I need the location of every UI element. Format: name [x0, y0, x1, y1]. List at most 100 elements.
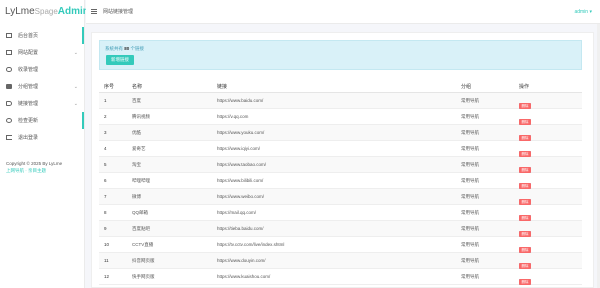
- sidebar-nav: 后台首页 网站配置 ⌄ 收录管理 分组管理 ⌄ 链接管理 ⌄ 检查更新 退出登录: [0, 27, 84, 146]
- logout-icon: [6, 135, 12, 140]
- row-id: 9: [104, 226, 107, 231]
- info-panel: 系统共有 80 个链接 新增链接: [99, 40, 582, 70]
- table-row: 1百度https://www.baidu.com/常用导航编辑删除: [99, 93, 582, 109]
- row-url[interactable]: https://v.qq.com: [217, 114, 248, 119]
- col-header-actions: 操作: [519, 84, 530, 90]
- row-name: 抖音网页版: [132, 258, 155, 263]
- row-url[interactable]: https://mail.qq.com/: [217, 210, 256, 215]
- table-row: 3优酷https://www.youku.com/常用导航编辑删除: [99, 125, 582, 141]
- row-group: 常用导航: [461, 98, 479, 103]
- row-id: 10: [104, 242, 110, 247]
- user-menu[interactable]: admin ▾: [574, 9, 592, 15]
- page-title: 网站链接管理: [103, 9, 134, 15]
- table-row: 4爱奇艺https://www.iqiyi.com/常用导航编辑删除: [99, 141, 582, 157]
- copyright: Copyright © 2025 By LyLme 上网导航 · 亲目主题: [6, 160, 62, 174]
- row-name: 哔哩哔哩: [132, 178, 150, 183]
- row-name: 百度贴吧: [132, 226, 150, 231]
- row-group: 常用导航: [461, 194, 479, 199]
- row-name: 微博: [132, 194, 141, 199]
- row-name: 快手网页版: [132, 274, 155, 279]
- table-row: 11抖音网页版https://www.douyin.com/常用导航编辑删除: [99, 253, 582, 269]
- sidebar-item-logout[interactable]: 退出登录: [0, 129, 84, 146]
- row-id: 12: [104, 274, 110, 279]
- topbar: 网站链接管理 admin ▾: [86, 0, 600, 24]
- row-url[interactable]: https://www.weibo.com/: [217, 194, 264, 199]
- row-group: 常用导航: [461, 114, 479, 119]
- row-group: 常用导航: [461, 226, 479, 231]
- row-url[interactable]: https://tv.cctv.com/live/index.shtml: [217, 242, 284, 247]
- table-row: 12快手网页版https://www.kuaishou.com/常用导航编辑删除: [99, 269, 582, 285]
- row-id: 5: [104, 162, 107, 167]
- row-url[interactable]: https://www.baidu.com/: [217, 98, 263, 103]
- brand-part-3: Admin: [57, 6, 89, 17]
- row-name: 爱奇艺: [132, 146, 146, 151]
- refresh-icon: [6, 118, 12, 123]
- sidebar-item-groups[interactable]: 分组管理 ⌄: [0, 78, 84, 95]
- table-row: 5淘宝https://www.taobao.com/常用导航编辑删除: [99, 157, 582, 173]
- row-name: 优酷: [132, 130, 141, 135]
- chevron-down-icon: ⌄: [73, 100, 78, 107]
- sidebar-item-check-update[interactable]: 检查更新: [0, 112, 84, 129]
- sidebar-item-links[interactable]: 链接管理 ⌄: [0, 95, 84, 112]
- chevron-down-icon: ▾: [589, 8, 592, 15]
- count-prefix: 系统共有: [105, 46, 123, 51]
- row-name: 腾讯视频: [132, 114, 150, 119]
- row-url[interactable]: https://tieba.baidu.com/: [217, 226, 264, 231]
- col-header-url: 链接: [217, 84, 228, 90]
- row-url[interactable]: https://www.douyin.com/: [217, 258, 266, 263]
- row-group: 常用导航: [461, 146, 479, 151]
- row-id: 3: [104, 130, 107, 135]
- sidebar-item-site-config[interactable]: 网站配置 ⌄: [0, 44, 84, 61]
- tag-icon: [6, 101, 12, 106]
- table-row: 2腾讯视频https://v.qq.com常用导航编辑删除: [99, 109, 582, 125]
- sidebar-item-label: 链接管理: [18, 101, 39, 107]
- row-group: 常用导航: [461, 242, 479, 247]
- sidebar-item-label: 退出登录: [18, 135, 39, 141]
- footer-links[interactable]: 上网导航 · 亲目主题: [6, 167, 62, 174]
- row-url[interactable]: https://www.youku.com/: [217, 130, 264, 135]
- link-icon: [6, 67, 12, 72]
- row-group: 常用导航: [461, 162, 479, 167]
- col-header-id: 序号: [104, 84, 115, 90]
- row-url[interactable]: https://www.bilibili.com/: [217, 178, 263, 183]
- table-body: 1百度https://www.baidu.com/常用导航编辑删除 2 腾讯视频 ht…: [99, 93, 582, 285]
- sidebar-item-submissions[interactable]: 收录管理: [0, 61, 84, 78]
- row-id: 7: [104, 194, 107, 199]
- brand-part-2: Spage: [34, 7, 58, 16]
- link-count-text: 系统共有 80 个链接: [105, 46, 144, 52]
- copyright-text: Copyright © 2025 By LyLme: [6, 161, 63, 166]
- table-row: 10 CCTV直播 https://tv.cctv.com/live/index.s…: [99, 237, 582, 253]
- sidebar-item-label: 分组管理: [18, 84, 39, 90]
- row-name: CCTV直播: [132, 242, 154, 247]
- row-id: 11: [104, 258, 109, 263]
- table-row: 9百度贴吧https://tieba.baidu.com/常用导航编辑删除: [99, 221, 582, 237]
- table-row: 6哔哩哔哩https://www.bilibili.com/常用导航编辑删除: [99, 173, 582, 189]
- col-header-name: 名称: [132, 84, 143, 90]
- row-url[interactable]: https://www.iqiyi.com/: [217, 146, 260, 151]
- table-header: 序号 名称 链接 分组 操作: [99, 79, 582, 93]
- row-id: 1: [104, 98, 107, 103]
- add-link-button[interactable]: 新增链接: [106, 55, 134, 65]
- menu-toggle-icon[interactable]: [91, 9, 97, 14]
- content-card: 系统共有 80 个链接 新增链接 序号 名称 链接 分组 操作 1 百度 https…: [91, 32, 594, 288]
- sidebar: LyLmeSpageAdmin 后台首页 网站配置 ⌄ 收录管理 分组管理 ⌄ 链接…: [0, 0, 89, 288]
- sidebar-item-label: 后台首页: [18, 33, 39, 39]
- row-name: QQ邮箱: [132, 210, 149, 215]
- delete-button[interactable]: 删除: [519, 279, 531, 285]
- sidebar-item-label: 网站配置: [18, 50, 39, 56]
- grid-icon: [6, 50, 12, 55]
- table-row: 8QQ邮箱https://mail.qq.com/常用导航编辑删除: [99, 205, 582, 221]
- row-id: 8: [104, 210, 107, 215]
- row-url[interactable]: https://www.kuaishou.com/: [217, 274, 270, 279]
- row-id: 2: [104, 114, 107, 119]
- sidebar-item-home[interactable]: 后台首页: [0, 27, 84, 44]
- home-icon: [6, 33, 12, 38]
- count-suffix: 个链接: [130, 46, 145, 51]
- row-group: 常用导航: [461, 130, 479, 135]
- row-url[interactable]: https://www.taobao.com/: [217, 162, 266, 167]
- row-group: 常用导航: [461, 210, 479, 215]
- brand-logo[interactable]: LyLmeSpageAdmin: [0, 0, 89, 26]
- row-group: 常用导航: [461, 274, 479, 279]
- user-name: admin: [574, 8, 589, 15]
- col-header-group: 分组: [461, 84, 472, 90]
